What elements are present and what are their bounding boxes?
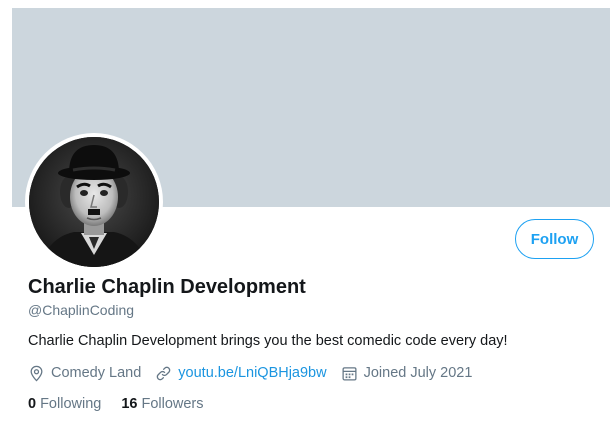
user-handle: @ChaplinCoding [28, 302, 135, 318]
follow-button[interactable]: Follow [515, 219, 594, 259]
avatar-ring [25, 133, 163, 271]
following-label: Following [40, 396, 102, 412]
following-count: 0 [28, 396, 37, 412]
followers-count: 16 [121, 396, 138, 412]
profile-meta: Comedy Land youtu.be/LniQBHja9bw Joined … [28, 363, 486, 383]
location-text: Comedy Land [51, 365, 142, 381]
website-link[interactable]: youtu.be/LniQBHja9bw [178, 365, 326, 381]
avatar[interactable] [29, 137, 159, 267]
location-item: Comedy Land [28, 365, 141, 382]
location-pin-icon [30, 365, 43, 381]
calendar-icon [342, 366, 357, 381]
joined-date-text: Joined July 2021 [363, 365, 473, 381]
followers-label: Followers [141, 396, 204, 412]
profile-bio: Charlie Chaplin Development brings you t… [28, 333, 508, 349]
profile-header: Follow Charlie Chaplin Development @Chap… [0, 0, 612, 425]
follow-stats: 0 Following 16 Followers [28, 396, 224, 412]
joined-item: Joined July 2021 [341, 365, 473, 382]
display-name: Charlie Chaplin Development [28, 276, 306, 298]
avatar-portrait-image [29, 137, 159, 267]
following-stat[interactable]: 0 Following [28, 396, 101, 412]
website-item: youtu.be/LniQBHja9bw [155, 365, 327, 382]
link-icon [156, 366, 171, 380]
followers-stat[interactable]: 16 Followers [121, 396, 203, 412]
